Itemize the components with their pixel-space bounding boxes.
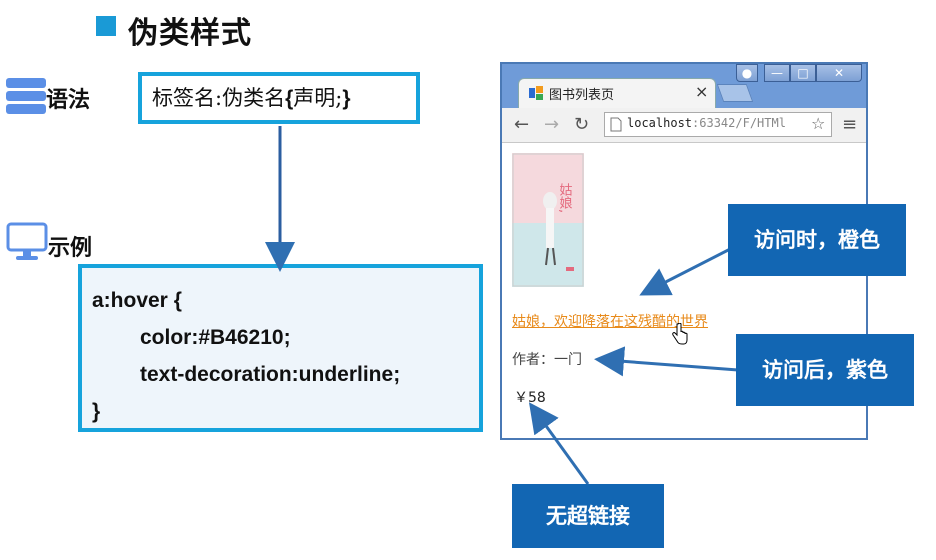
minimize-icon[interactable]: — (764, 64, 790, 82)
browser-toolbar: ← → ↻ localhost:63342/F/HTMl ☆ ≡ (502, 108, 866, 143)
visited-callout: 访问后，紫色 (736, 334, 914, 406)
browser-tab[interactable]: 图书列表页 × (518, 78, 716, 108)
code-example-box: a:hover { color:#B46210; text-decoration… (78, 264, 483, 432)
tab-title: 图书列表页 (549, 88, 615, 103)
new-tab-button[interactable] (716, 84, 754, 102)
code-line-1: a:hover { (92, 289, 182, 312)
url-text: localhost:63342/F/HTMl (627, 116, 786, 130)
example-label: 示例 (48, 236, 93, 261)
maximize-icon[interactable]: □ (790, 64, 816, 82)
favicon-icon (529, 86, 543, 100)
nolink-callout: 无超链接 (512, 484, 664, 548)
window-close-icon[interactable]: ✕ (816, 64, 862, 82)
code-line-4: } (92, 400, 101, 423)
author-text: 作者：一门 (512, 352, 582, 368)
server-stack-icon (6, 78, 46, 114)
address-bar[interactable]: localhost:63342/F/HTMl ☆ (604, 112, 832, 137)
book-cover-image[interactable]: 姑娘, (512, 153, 584, 287)
forward-icon[interactable]: → (544, 114, 559, 135)
syntax-box: 标签名:伪类名{声明;} (138, 72, 420, 124)
monitor-icon (6, 222, 48, 260)
syntax-label: 语法 (46, 88, 91, 113)
title-bullet (96, 16, 116, 36)
cover-title: 姑娘, (557, 183, 573, 213)
page-icon (610, 117, 622, 132)
code-line-3: text-decoration:underline; (140, 363, 401, 386)
code-line-2: color:#B46210; (140, 326, 291, 349)
back-icon[interactable]: ← (514, 114, 529, 135)
close-icon[interactable]: × (695, 82, 708, 101)
syntax-close-brace: } (342, 87, 351, 110)
browser-titlebar: 图书列表页 × ● — □ ✕ (502, 64, 866, 108)
hover-callout: 访问时，橙色 (728, 204, 906, 276)
page-title: 伪类样式 (128, 16, 252, 51)
url-host: localhost (627, 116, 693, 130)
user-icon[interactable]: ● (736, 64, 758, 82)
price-text: ￥58 (514, 390, 546, 406)
menu-icon[interactable]: ≡ (842, 114, 857, 135)
syntax-declaration: 声明; (293, 86, 343, 110)
url-path: :63342/F/HTMl (692, 116, 786, 130)
syntax-selector: 标签名:伪类名 (152, 86, 286, 110)
reload-icon[interactable]: ↻ (574, 114, 589, 135)
star-icon[interactable]: ☆ (811, 114, 825, 133)
hand-cursor-icon (672, 323, 688, 345)
